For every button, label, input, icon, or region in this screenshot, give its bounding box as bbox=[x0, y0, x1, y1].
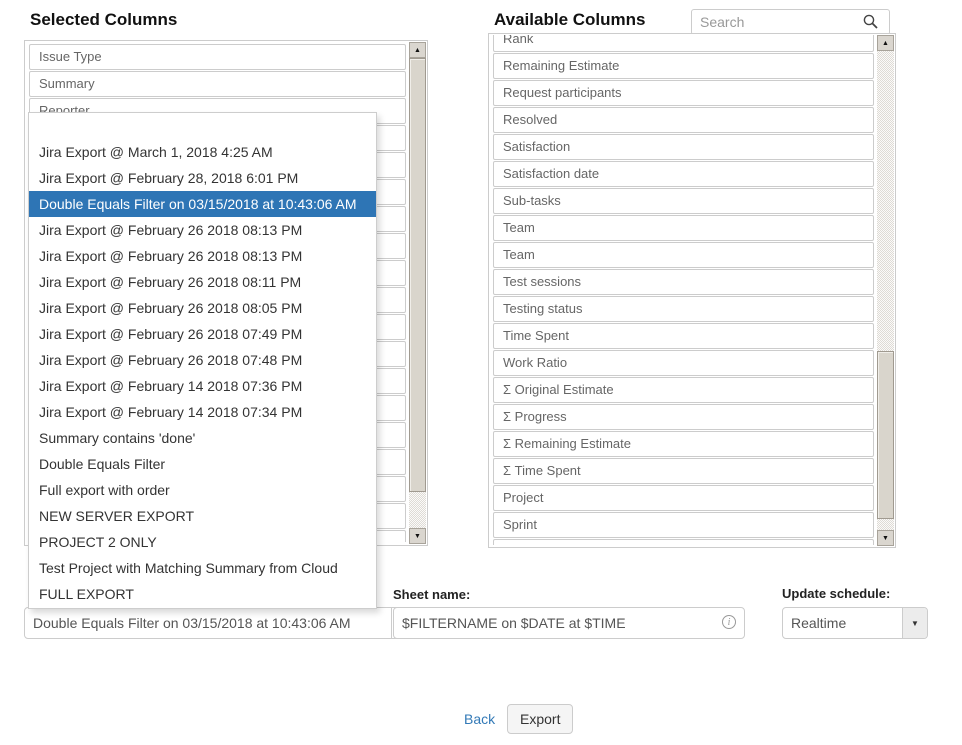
filter-dropdown-option[interactable]: Jira Export @ February 26 2018 07:49 PM bbox=[29, 321, 376, 347]
available-column-item[interactable]: Request participants bbox=[493, 80, 874, 106]
available-column-item[interactable]: Epic Color bbox=[493, 539, 874, 545]
export-wizard-page: { "icons": { "scroll_up": "▲", "scroll_d… bbox=[0, 0, 962, 745]
filter-dropdown-option[interactable]: Jira Export @ February 28, 2018 6:01 PM bbox=[29, 165, 376, 191]
filter-select[interactable]: Double Equals Filter on 03/15/2018 at 10… bbox=[24, 607, 417, 639]
available-column-item[interactable]: Sprint bbox=[493, 512, 874, 538]
available-column-item[interactable]: Σ Remaining Estimate bbox=[493, 431, 874, 457]
update-schedule-label: Update schedule: bbox=[782, 586, 890, 601]
available-columns-title: Available Columns bbox=[494, 10, 645, 30]
selected-columns-title: Selected Columns bbox=[30, 10, 177, 30]
available-column-item[interactable]: Sub-tasks bbox=[493, 188, 874, 214]
selected-column-item[interactable]: Summary bbox=[29, 71, 406, 97]
search-icon bbox=[862, 13, 879, 30]
available-column-item[interactable]: Time Spent bbox=[493, 323, 874, 349]
filter-dropdown-option[interactable]: Test Project with Matching Summary from … bbox=[29, 555, 376, 581]
search-input[interactable] bbox=[691, 9, 890, 35]
filter-dropdown-option[interactable]: FULL EXPORT bbox=[29, 581, 376, 607]
available-column-item[interactable]: Project bbox=[493, 485, 874, 511]
sheet-name-label: Sheet name: bbox=[393, 587, 470, 602]
filter-dropdown-option[interactable]: Jira Export @ February 26 2018 08:05 PM bbox=[29, 295, 376, 321]
filter-dropdown-option[interactable]: Jira Export @ February 14 2018 07:36 PM bbox=[29, 373, 376, 399]
scrollbar-thumb[interactable] bbox=[409, 58, 426, 492]
filter-dropdown-menu: Jira Export @ March 1, 2018 4:25 AMJira … bbox=[28, 112, 377, 609]
available-columns-rows: RankRemaining EstimateRequest participan… bbox=[493, 35, 874, 545]
available-column-item[interactable]: Remaining Estimate bbox=[493, 53, 874, 79]
available-column-item[interactable]: Σ Time Spent bbox=[493, 458, 874, 484]
filter-select-value: Double Equals Filter on 03/15/2018 at 10… bbox=[25, 608, 391, 638]
available-column-item[interactable]: Test sessions bbox=[493, 269, 874, 295]
available-column-item[interactable]: Satisfaction bbox=[493, 134, 874, 160]
filter-dropdown-blank-option[interactable] bbox=[29, 113, 376, 139]
update-schedule-select[interactable]: Realtime ▼ bbox=[782, 607, 928, 639]
filter-dropdown-option[interactable]: Jira Export @ March 1, 2018 4:25 AM bbox=[29, 139, 376, 165]
filter-dropdown-option[interactable]: Jira Export @ February 26 2018 08:11 PM bbox=[29, 269, 376, 295]
scroll-down-icon[interactable]: ▼ bbox=[409, 528, 426, 544]
caret-down-icon[interactable]: ▼ bbox=[902, 608, 927, 638]
scrollbar-thumb[interactable] bbox=[877, 351, 894, 519]
filter-dropdown-option[interactable]: PROJECT 2 ONLY bbox=[29, 529, 376, 555]
filter-dropdown-option[interactable]: Jira Export @ February 26 2018 08:13 PM bbox=[29, 243, 376, 269]
filter-dropdown-option[interactable]: Double Equals Filter bbox=[29, 451, 376, 477]
available-column-item[interactable]: Rank bbox=[493, 35, 874, 52]
scroll-down-icon[interactable]: ▼ bbox=[877, 530, 894, 546]
scroll-up-icon[interactable]: ▲ bbox=[409, 42, 426, 58]
available-column-item[interactable]: Work Ratio bbox=[493, 350, 874, 376]
update-schedule-value: Realtime bbox=[783, 608, 902, 638]
selected-columns-scrollbar[interactable]: ▲ ▼ bbox=[409, 42, 426, 544]
scrollbar-track[interactable] bbox=[409, 58, 426, 528]
available-column-item[interactable]: Team bbox=[493, 242, 874, 268]
available-columns-list: RankRemaining EstimateRequest participan… bbox=[488, 33, 896, 548]
available-columns-visible-rows: RankRemaining EstimateRequest participan… bbox=[493, 35, 874, 545]
filter-dropdown-option[interactable]: Full export with order bbox=[29, 477, 376, 503]
filter-dropdown-option[interactable]: Summary contains 'done' bbox=[29, 425, 376, 451]
available-column-item[interactable]: Σ Progress bbox=[493, 404, 874, 430]
scroll-up-icon[interactable]: ▲ bbox=[877, 35, 894, 51]
filter-dropdown-option[interactable]: Jira Export @ February 26 2018 08:13 PM bbox=[29, 217, 376, 243]
scrollbar-track[interactable] bbox=[877, 51, 894, 530]
filter-dropdown-option[interactable]: Jira Export @ February 14 2018 07:34 PM bbox=[29, 399, 376, 425]
sheet-name-input[interactable] bbox=[393, 607, 745, 639]
available-column-item[interactable]: Σ Original Estimate bbox=[493, 377, 874, 403]
selected-column-item[interactable]: Issue Type bbox=[29, 44, 406, 70]
available-column-item[interactable]: Satisfaction date bbox=[493, 161, 874, 187]
filter-dropdown-option[interactable]: Double Equals Filter on 03/15/2018 at 10… bbox=[29, 191, 376, 217]
filter-dropdown-option[interactable]: Jira Export @ February 26 2018 07:48 PM bbox=[29, 347, 376, 373]
available-columns-scrollbar[interactable]: ▲ ▼ bbox=[877, 35, 894, 546]
available-column-item[interactable]: Resolved bbox=[493, 107, 874, 133]
info-icon[interactable]: i bbox=[722, 615, 736, 629]
export-button[interactable]: Export bbox=[507, 704, 573, 734]
filter-dropdown-options: Jira Export @ March 1, 2018 4:25 AMJira … bbox=[29, 139, 376, 607]
filter-dropdown-option[interactable]: NEW SERVER EXPORT bbox=[29, 503, 376, 529]
back-link[interactable]: Back bbox=[464, 711, 495, 727]
available-column-item[interactable]: Team bbox=[493, 215, 874, 241]
available-column-item[interactable]: Testing status bbox=[493, 296, 874, 322]
